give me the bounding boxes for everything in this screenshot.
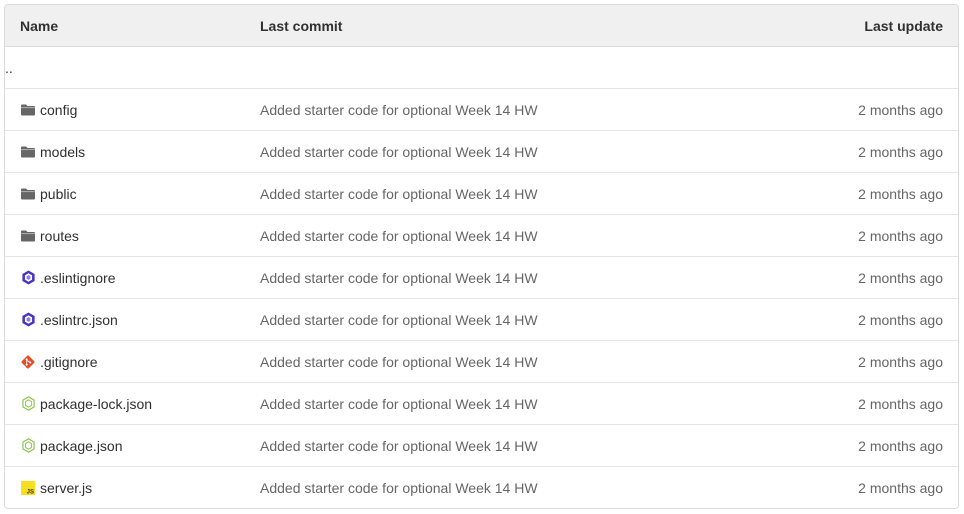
file-name-cell[interactable]: package.json [5,438,260,454]
file-name-link[interactable]: package.json [40,438,123,454]
file-name-cell[interactable]: .eslintrc.json [5,312,260,328]
header-last-update: Last update [864,17,943,34]
file-name-cell[interactable]: .eslintignore [5,270,260,286]
last-update-time: 2 months ago [858,227,943,244]
file-name-link[interactable]: routes [40,228,79,244]
last-update-cell: 2 months ago [738,186,958,202]
commit-message-link[interactable]: Added starter code for optional Week 14 … [260,228,538,244]
last-update-time: 2 months ago [858,269,943,286]
file-name-cell[interactable]: package-lock.json [5,396,260,412]
commit-message-link[interactable]: Added starter code for optional Week 14 … [260,480,538,496]
commit-message-link[interactable]: Added starter code for optional Week 14 … [260,144,538,160]
file-name-cell[interactable]: config [5,102,260,118]
parent-directory-link[interactable]: .. [5,60,260,76]
last-update-cell: 2 months ago [738,102,958,118]
last-commit-cell: Added starter code for optional Week 14 … [260,102,738,118]
parent-directory-label[interactable]: .. [5,60,13,76]
commit-message-link[interactable]: Added starter code for optional Week 14 … [260,102,538,118]
file-name-cell[interactable]: public [5,186,260,202]
table-header: Name Last commit Last update [5,5,958,47]
header-last-commit: Last commit [260,17,343,34]
last-commit-cell: Added starter code for optional Week 14 … [260,270,738,286]
last-commit-cell: Added starter code for optional Week 14 … [260,144,738,160]
file-name-link[interactable]: package-lock.json [40,396,152,412]
last-update-time: 2 months ago [858,101,943,118]
last-commit-cell: Added starter code for optional Week 14 … [260,312,738,328]
file-name-cell[interactable]: JS server.js [5,480,260,496]
last-commit-cell: Added starter code for optional Week 14 … [260,438,738,454]
table-row-dot-eslintrc-json[interactable]: .eslintrc.json Added starter code for op… [5,299,958,341]
svg-text:JS: JS [27,490,34,496]
file-name-link[interactable]: config [40,102,77,118]
file-tree-table: Name Last commit Last update .. config A… [4,4,959,509]
file-name-link[interactable]: .eslintignore [40,270,116,286]
eslint-icon [20,312,36,328]
folder-icon [20,144,36,160]
git-icon [20,354,36,370]
file-name-link[interactable]: server.js [40,480,92,496]
commit-message-link[interactable]: Added starter code for optional Week 14 … [260,354,538,370]
last-update-cell: 2 months ago [738,354,958,370]
last-update-cell: 2 months ago [738,144,958,160]
last-update-cell: 2 months ago [738,438,958,454]
eslint-icon [20,270,36,286]
file-name-cell[interactable]: .gitignore [5,354,260,370]
last-commit-cell: Added starter code for optional Week 14 … [260,396,738,412]
last-update-cell: 2 months ago [738,480,958,496]
table-row-dot-eslintignore[interactable]: .eslintignore Added starter code for opt… [5,257,958,299]
file-name-link[interactable]: .gitignore [40,354,98,370]
last-update-cell: 2 months ago [738,270,958,286]
commit-message-link[interactable]: Added starter code for optional Week 14 … [260,312,538,328]
table-row-package-json[interactable]: package.json Added starter code for opti… [5,425,958,467]
folder-icon [20,186,36,202]
header-name: Name [20,17,59,34]
last-update-cell: 2 months ago [738,396,958,412]
folder-icon [20,228,36,244]
last-commit-cell: Added starter code for optional Week 14 … [260,186,738,202]
last-update-time: 2 months ago [858,353,943,370]
table-row-config[interactable]: config Added starter code for optional W… [5,89,958,131]
table-row-models[interactable]: models Added starter code for optional W… [5,131,958,173]
table-row-package-lock-json[interactable]: package-lock.json Added starter code for… [5,383,958,425]
last-update-time: 2 months ago [858,143,943,160]
nodejs-icon [20,396,36,412]
last-commit-cell: Added starter code for optional Week 14 … [260,480,738,496]
file-name-cell[interactable]: models [5,144,260,160]
javascript-icon: JS [20,480,36,496]
commit-message-link[interactable]: Added starter code for optional Week 14 … [260,270,538,286]
last-update-time: 2 months ago [858,311,943,328]
last-update-cell: 2 months ago [738,312,958,328]
last-commit-cell: Added starter code for optional Week 14 … [260,354,738,370]
last-update-time: 2 months ago [858,437,943,454]
table-row-dot-gitignore[interactable]: .gitignore Added starter code for option… [5,341,958,383]
folder-icon [20,102,36,118]
last-update-time: 2 months ago [858,185,943,202]
table-row-public[interactable]: public Added starter code for optional W… [5,173,958,215]
commit-message-link[interactable]: Added starter code for optional Week 14 … [260,186,538,202]
commit-message-link[interactable]: Added starter code for optional Week 14 … [260,438,538,454]
file-name-cell[interactable]: routes [5,228,260,244]
table-row-routes[interactable]: routes Added starter code for optional W… [5,215,958,257]
table-row-server-js[interactable]: JS server.js Added starter code for opti… [5,467,958,508]
last-update-cell: 2 months ago [738,228,958,244]
last-update-time: 2 months ago [858,395,943,412]
commit-message-link[interactable]: Added starter code for optional Week 14 … [260,396,538,412]
parent-directory-row[interactable]: .. [5,47,958,89]
file-name-link[interactable]: models [40,144,85,160]
file-name-link[interactable]: .eslintrc.json [40,312,118,328]
file-name-link[interactable]: public [40,186,77,202]
nodejs-icon [20,438,36,454]
last-update-time: 2 months ago [858,480,943,496]
last-commit-cell: Added starter code for optional Week 14 … [260,228,738,244]
